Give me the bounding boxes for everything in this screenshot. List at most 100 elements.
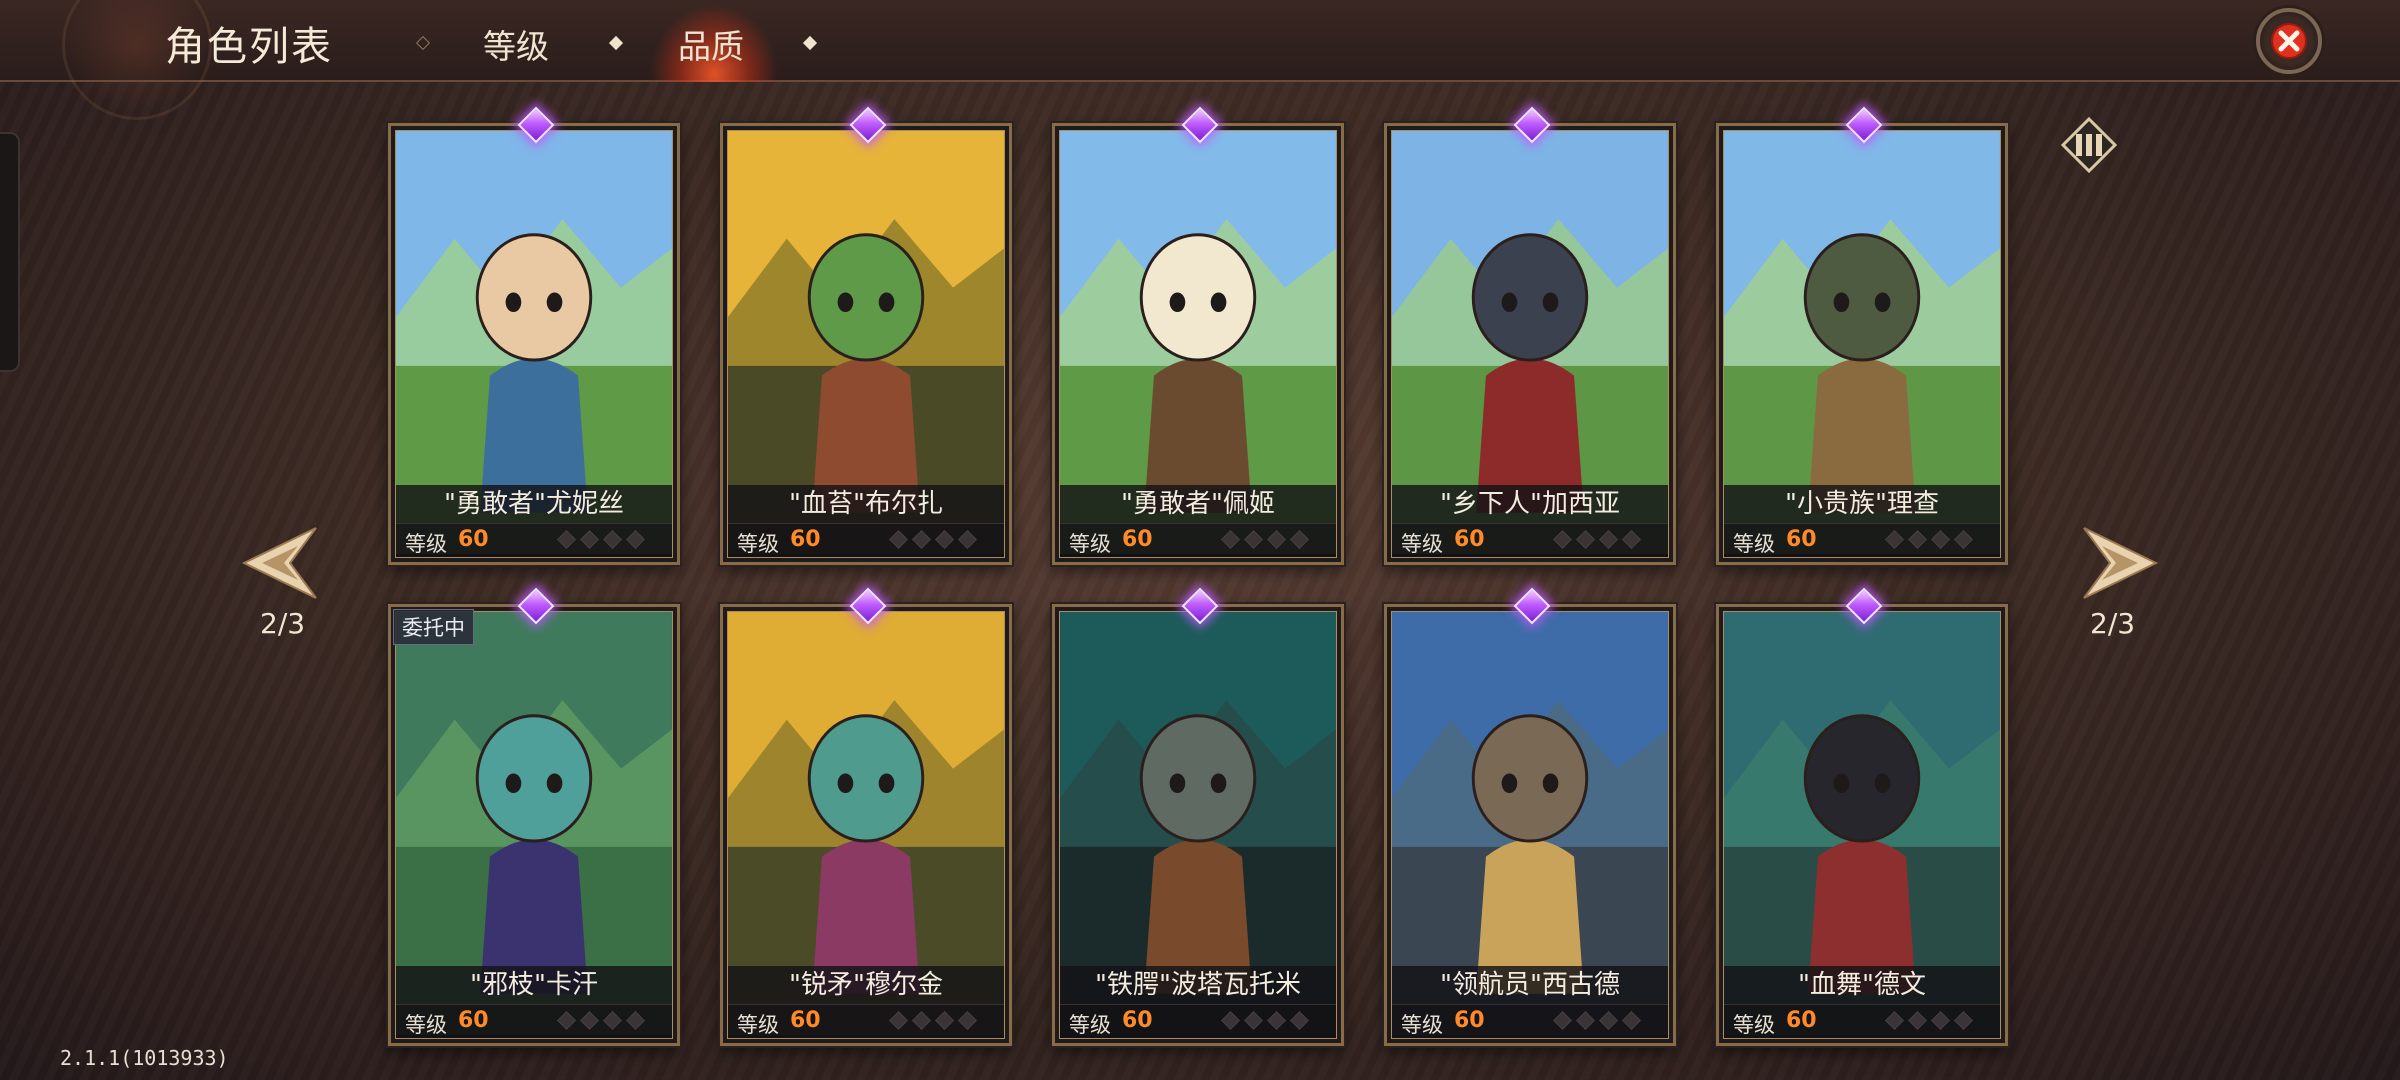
tab-divider-icon [415, 35, 431, 51]
page-indicator-right: 2/3 [2090, 607, 2136, 640]
next-page-arrow-icon[interactable] [2072, 518, 2162, 608]
close-button[interactable] [2256, 8, 2322, 74]
star-rating [889, 530, 982, 551]
previous-page-arrow-icon[interactable] [238, 518, 328, 608]
character-card[interactable]: "铁腭"波塔瓦托米 等级 60 [1052, 587, 1344, 1046]
star-icon [557, 530, 576, 549]
card-frame: "锐矛"穆尔金 等级 60 [727, 611, 1005, 1039]
star-icon [1553, 1011, 1572, 1030]
level-bar: 等级 60 [396, 1004, 672, 1038]
star-icon [1221, 1011, 1240, 1030]
level-value: 60 [790, 1008, 821, 1033]
star-icon [580, 1011, 599, 1030]
character-head-shape [1139, 714, 1257, 843]
star-icon [935, 1011, 954, 1030]
character-head-shape [1803, 233, 1921, 362]
star-icon [1954, 1011, 1973, 1030]
level-label: 等级 [1069, 1013, 1111, 1037]
card-frame: "血苔"布尔扎 等级 60 [727, 130, 1005, 558]
star-icon [626, 530, 645, 549]
tab-level[interactable]: 等级 [483, 20, 549, 68]
commission-status-badge: 委托中 [393, 609, 474, 645]
star-icon [580, 530, 599, 549]
character-head-shape [475, 233, 593, 362]
star-icon [1244, 1011, 1263, 1030]
character-card[interactable]: "小贵族"理查 等级 60 [1716, 106, 2008, 565]
card-frame: "勇敢者"尤妮丝 等级 60 [395, 130, 673, 558]
level-bar: 等级 60 [1060, 1004, 1336, 1038]
star-icon [1622, 1011, 1641, 1030]
star-icon [1290, 1011, 1309, 1030]
character-card[interactable]: "勇敢者"佩姬 等级 60 [1052, 106, 1344, 565]
level-value: 60 [1786, 1008, 1817, 1033]
star-icon [1599, 530, 1618, 549]
level-bar: 等级 60 [1392, 1004, 1668, 1038]
card-frame: "小贵族"理查 等级 60 [1723, 130, 2001, 558]
character-card[interactable]: "勇敢者"尤妮丝 等级 60 [388, 106, 680, 565]
level-value: 60 [790, 527, 821, 552]
card-frame: "铁腭"波塔瓦托米 等级 60 [1059, 611, 1337, 1039]
tab-divider-icon [608, 35, 624, 51]
character-card[interactable]: "血舞"德文 等级 60 [1716, 587, 2008, 1046]
character-card[interactable]: "乡下人"加西亚 等级 60 [1384, 106, 1676, 565]
character-eye [1210, 292, 1227, 313]
star-icon [889, 1011, 908, 1030]
card-frame: "领航员"西古德 等级 60 [1391, 611, 1669, 1039]
character-head-shape [807, 233, 925, 362]
level-value: 60 [1454, 527, 1485, 552]
star-rating [1885, 1011, 1978, 1032]
star-icon [1954, 530, 1973, 549]
character-eye [1874, 292, 1891, 313]
character-head-shape [1803, 714, 1921, 843]
version-label: 2.1.1(1013933) [60, 1046, 229, 1070]
side-panel-edge[interactable] [0, 132, 20, 372]
level-value: 60 [458, 1008, 489, 1033]
star-icon [958, 1011, 977, 1030]
level-bar: 等级 60 [1392, 523, 1668, 557]
character-eye [546, 773, 563, 794]
star-icon [1885, 530, 1904, 549]
character-eye [878, 773, 895, 794]
level-label: 等级 [405, 532, 447, 556]
level-label: 等级 [1733, 532, 1775, 556]
character-eye [837, 292, 854, 313]
character-card[interactable]: 委托中 "邪枝"卡汗 等级 60 [388, 587, 680, 1046]
character-name: "邪枝"卡汗 [396, 966, 672, 1004]
level-value: 60 [458, 527, 489, 552]
star-icon [912, 530, 931, 549]
character-head-shape [807, 714, 925, 843]
star-icon [1267, 530, 1286, 549]
star-icon [1599, 1011, 1618, 1030]
character-head-shape [1471, 714, 1589, 843]
level-label: 等级 [405, 1013, 447, 1037]
character-head-shape [1471, 233, 1589, 362]
level-bar: 等级 60 [1060, 523, 1336, 557]
character-eye [1169, 773, 1186, 794]
star-icon [557, 1011, 576, 1030]
tab-quality[interactable]: 品质 [678, 20, 744, 68]
level-bar: 等级 60 [1724, 523, 2000, 557]
character-name: "勇敢者"佩姬 [1060, 485, 1336, 523]
star-rating [1553, 530, 1646, 551]
character-card[interactable]: "血苔"布尔扎 等级 60 [720, 106, 1012, 565]
character-eye [505, 773, 522, 794]
star-icon [1908, 1011, 1927, 1030]
star-icon [1290, 530, 1309, 549]
card-frame: "乡下人"加西亚 等级 60 [1391, 130, 1669, 558]
character-eye [1501, 773, 1518, 794]
character-card[interactable]: "领航员"西古德 等级 60 [1384, 587, 1676, 1046]
star-rating [889, 1011, 982, 1032]
level-label: 等级 [1069, 532, 1111, 556]
star-rating [557, 530, 650, 551]
character-eye [1542, 773, 1559, 794]
star-icon [958, 530, 977, 549]
star-icon [1576, 1011, 1595, 1030]
character-name: "勇敢者"尤妮丝 [396, 485, 672, 523]
character-eye [1542, 292, 1559, 313]
level-bar: 等级 60 [728, 1004, 1004, 1038]
layout-toggle-icon[interactable] [2060, 116, 2118, 174]
star-icon [1622, 530, 1641, 549]
character-card[interactable]: "锐矛"穆尔金 等级 60 [720, 587, 1012, 1046]
star-icon [1553, 530, 1572, 549]
character-name: "血苔"布尔扎 [728, 485, 1004, 523]
